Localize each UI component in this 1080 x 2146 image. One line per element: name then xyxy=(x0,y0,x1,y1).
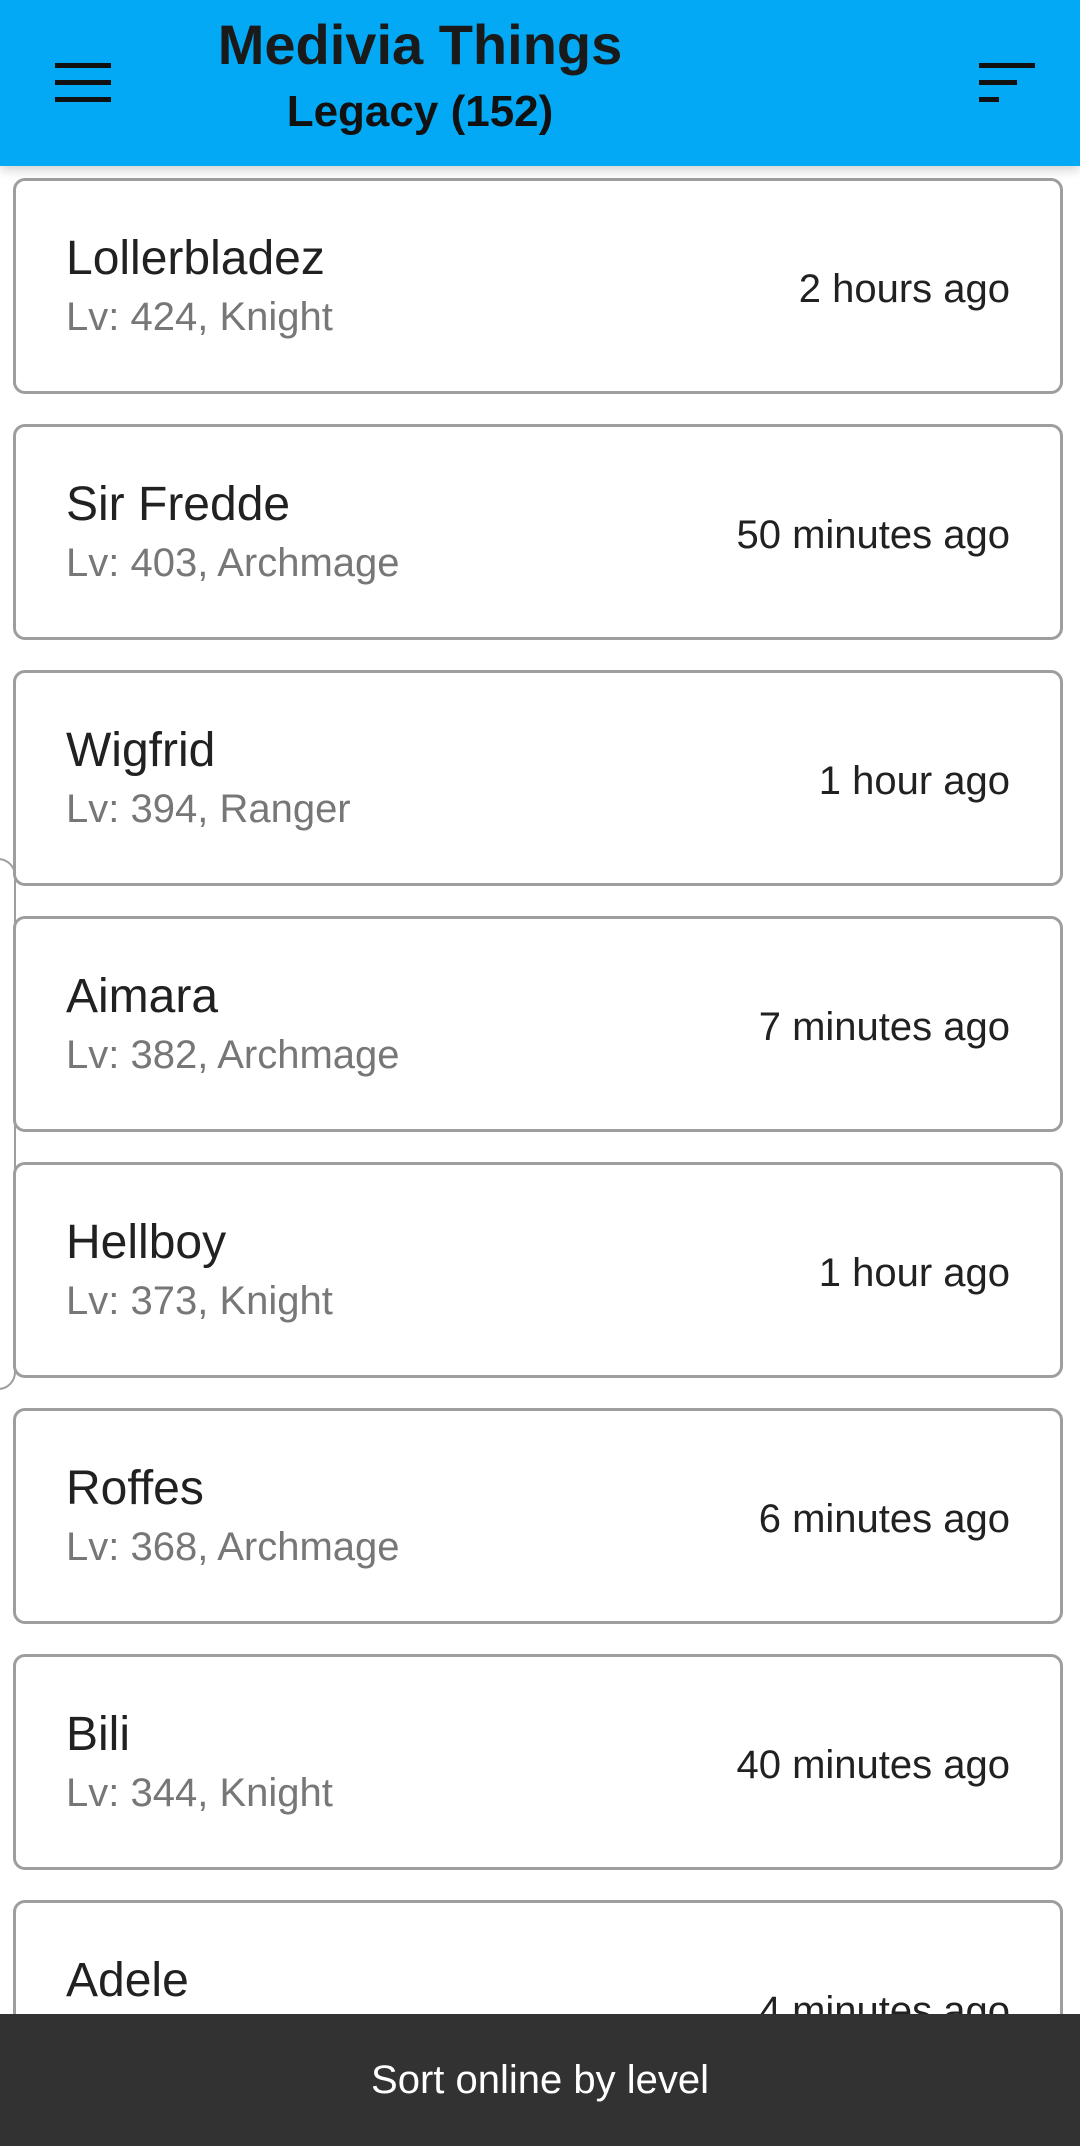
last-seen: 1 hour ago xyxy=(818,1251,1010,1295)
last-seen: 1 hour ago xyxy=(818,759,1010,803)
last-seen: 4 minutes ago xyxy=(758,1989,1010,2014)
character-list[interactable]: Lollerbladez Lv: 424, Knight 2 hours ago… xyxy=(0,166,1080,2014)
snackbar-message: Sort online by level xyxy=(371,2057,709,2102)
character-name: Hellboy xyxy=(66,1216,227,1269)
character-name: Adele xyxy=(66,1954,189,2007)
app-bar: Medivia Things Legacy (152) xyxy=(0,0,1080,166)
character-name: Bili xyxy=(66,1708,131,1761)
character-name: Aimara xyxy=(66,970,219,1023)
last-seen: 40 minutes ago xyxy=(736,1743,1010,1787)
character-info: Lv: 368, Archmage xyxy=(66,1525,400,1569)
snackbar: Sort online by level xyxy=(0,2014,1080,2146)
character-card-roffes[interactable]: Roffes Lv: 368, Archmage 6 minutes ago xyxy=(13,1408,1063,1624)
character-info: Lv: 394, Ranger xyxy=(66,787,351,831)
character-info: Lv: 382, Archmage xyxy=(66,1033,400,1077)
character-info: Lv: 403, Archmage xyxy=(66,541,400,585)
sort-button[interactable] xyxy=(954,36,1060,130)
character-name: Wigfrid xyxy=(66,724,216,777)
character-info: Lv: 373, Knight xyxy=(66,1279,333,1323)
last-seen: 6 minutes ago xyxy=(758,1497,1010,1541)
drawer-edge-handle[interactable] xyxy=(0,858,16,1390)
character-card-lollerbladez[interactable]: Lollerbladez Lv: 424, Knight 2 hours ago xyxy=(13,178,1063,394)
character-card-aimara[interactable]: Aimara Lv: 382, Archmage 7 minutes ago xyxy=(13,916,1063,1132)
menu-button[interactable] xyxy=(30,36,136,130)
last-seen: 2 hours ago xyxy=(798,267,1010,311)
character-card-bili[interactable]: Bili Lv: 344, Knight 40 minutes ago xyxy=(13,1654,1063,1870)
character-info: Lv: 344, Knight xyxy=(66,1771,333,1815)
character-info: Lv: 424, Knight xyxy=(66,295,333,339)
character-card-adele[interactable]: Adele 4 minutes ago xyxy=(13,1900,1063,2014)
last-seen: 50 minutes ago xyxy=(736,513,1010,557)
title-block: Medivia Things Legacy (152) xyxy=(140,6,700,140)
sort-icon xyxy=(979,63,1035,102)
character-card-wigfrid[interactable]: Wigfrid Lv: 394, Ranger 1 hour ago xyxy=(13,670,1063,886)
app-title: Medivia Things xyxy=(217,13,623,76)
character-name: Sir Fredde xyxy=(66,478,291,531)
character-card-sir-fredde[interactable]: Sir Fredde Lv: 403, Archmage 50 minutes … xyxy=(13,424,1063,640)
character-card-hellboy[interactable]: Hellboy Lv: 373, Knight 1 hour ago xyxy=(13,1162,1063,1378)
character-name: Lollerbladez xyxy=(66,232,325,285)
character-name: Roffes xyxy=(66,1462,204,1515)
last-seen: 7 minutes ago xyxy=(758,1005,1010,1049)
hamburger-menu-icon xyxy=(55,63,111,102)
app-subtitle: Legacy (152) xyxy=(286,87,554,136)
